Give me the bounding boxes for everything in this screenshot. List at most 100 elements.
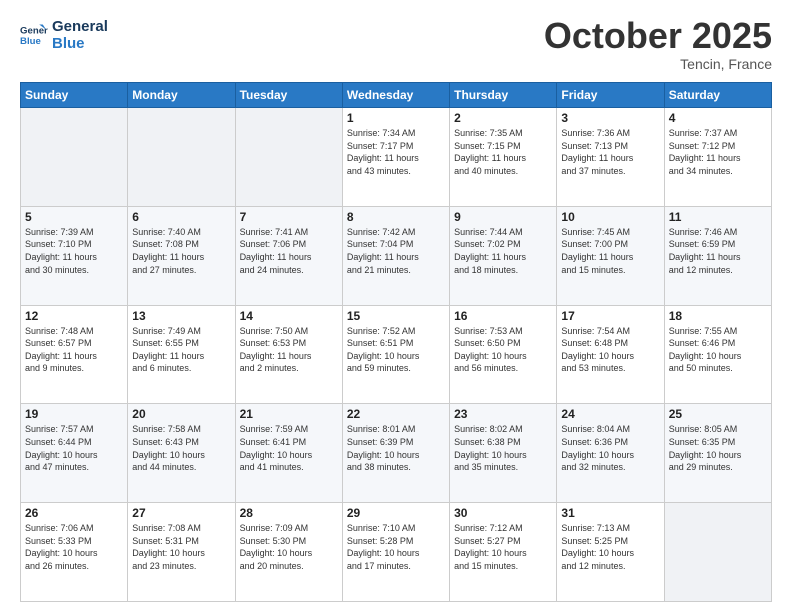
header-wednesday: Wednesday: [342, 83, 449, 108]
day-number: 15: [347, 309, 445, 323]
day-number: 11: [669, 210, 767, 224]
day-info: Sunrise: 7:45 AM Sunset: 7:00 PM Dayligh…: [561, 226, 659, 276]
table-cell: 22 Sunrise: 8:01 AM Sunset: 6:39 PM Dayli…: [342, 404, 449, 503]
header-monday: Monday: [128, 83, 235, 108]
table-cell: 19 Sunrise: 7:57 AM Sunset: 6:44 PM Dayli…: [21, 404, 128, 503]
location: Tencin, France: [544, 56, 772, 72]
day-number: 28: [240, 506, 338, 520]
day-number: 24: [561, 407, 659, 421]
table-cell: 4 Sunrise: 7:37 AM Sunset: 7:12 PM Daylig…: [664, 108, 771, 207]
table-cell: 1Sunrise: 7:34 AM Sunset: 7:17 PM Daylig…: [342, 108, 449, 207]
table-cell: 21 Sunrise: 7:59 AM Sunset: 6:41 PM Dayli…: [235, 404, 342, 503]
day-info: Sunrise: 7:57 AM Sunset: 6:44 PM Dayligh…: [25, 423, 123, 473]
table-cell: 8 Sunrise: 7:42 AM Sunset: 7:04 PM Daylig…: [342, 206, 449, 305]
table-cell: 10 Sunrise: 7:45 AM Sunset: 7:00 PM Dayli…: [557, 206, 664, 305]
day-info: Sunrise: 7:37 AM Sunset: 7:12 PM Dayligh…: [669, 127, 767, 177]
day-number: 26: [25, 506, 123, 520]
day-info: Sunrise: 7:41 AM Sunset: 7:06 PM Dayligh…: [240, 226, 338, 276]
day-number: 6: [132, 210, 230, 224]
table-cell: 29 Sunrise: 7:10 AM Sunset: 5:28 PM Dayli…: [342, 503, 449, 602]
day-info: Sunrise: 7:48 AM Sunset: 6:57 PM Dayligh…: [25, 325, 123, 375]
header-saturday: Saturday: [664, 83, 771, 108]
day-info: Sunrise: 7:53 AM Sunset: 6:50 PM Dayligh…: [454, 325, 552, 375]
day-number: 4: [669, 111, 767, 125]
header-friday: Friday: [557, 83, 664, 108]
calendar-table: Sunday Monday Tuesday Wednesday Thursday…: [20, 82, 772, 602]
day-number: 16: [454, 309, 552, 323]
table-cell: 24 Sunrise: 8:04 AM Sunset: 6:36 PM Dayli…: [557, 404, 664, 503]
day-number: 3: [561, 111, 659, 125]
day-info: Sunrise: 7:58 AM Sunset: 6:43 PM Dayligh…: [132, 423, 230, 473]
day-info: Sunrise: 7:44 AM Sunset: 7:02 PM Dayligh…: [454, 226, 552, 276]
logo-general: General: [52, 18, 108, 35]
logo: General Blue General Blue: [20, 18, 108, 53]
day-number: 9: [454, 210, 552, 224]
month-title: October 2025: [544, 18, 772, 54]
table-cell: [235, 108, 342, 207]
table-cell: 3 Sunrise: 7:36 AM Sunset: 7:13 PM Daylig…: [557, 108, 664, 207]
table-cell: 23Sunrise: 8:02 AM Sunset: 6:38 PM Dayli…: [450, 404, 557, 503]
day-info: Sunrise: 8:04 AM Sunset: 6:36 PM Dayligh…: [561, 423, 659, 473]
day-info: Sunrise: 7:12 AM Sunset: 5:27 PM Dayligh…: [454, 522, 552, 572]
week-row-1: 5Sunrise: 7:39 AM Sunset: 7:10 PM Daylig…: [21, 206, 772, 305]
week-row-4: 26Sunrise: 7:06 AM Sunset: 5:33 PM Dayli…: [21, 503, 772, 602]
weekday-header-row: Sunday Monday Tuesday Wednesday Thursday…: [21, 83, 772, 108]
day-number: 22: [347, 407, 445, 421]
table-cell: 14Sunrise: 7:50 AM Sunset: 6:53 PM Dayli…: [235, 305, 342, 404]
header: General Blue General Blue October 2025 T…: [20, 18, 772, 72]
day-info: Sunrise: 7:52 AM Sunset: 6:51 PM Dayligh…: [347, 325, 445, 375]
day-info: Sunrise: 7:54 AM Sunset: 6:48 PM Dayligh…: [561, 325, 659, 375]
page: General Blue General Blue October 2025 T…: [0, 0, 792, 612]
title-block: October 2025 Tencin, France: [544, 18, 772, 72]
table-cell: 15 Sunrise: 7:52 AM Sunset: 6:51 PM Dayli…: [342, 305, 449, 404]
table-cell: 16 Sunrise: 7:53 AM Sunset: 6:50 PM Dayli…: [450, 305, 557, 404]
day-info: Sunrise: 7:13 AM Sunset: 5:25 PM Dayligh…: [561, 522, 659, 572]
day-info: Sunrise: 7:36 AM Sunset: 7:13 PM Dayligh…: [561, 127, 659, 177]
table-cell: 30 Sunrise: 7:12 AM Sunset: 5:27 PM Dayli…: [450, 503, 557, 602]
day-info: Sunrise: 7:59 AM Sunset: 6:41 PM Dayligh…: [240, 423, 338, 473]
day-info: Sunrise: 7:49 AM Sunset: 6:55 PM Dayligh…: [132, 325, 230, 375]
day-info: Sunrise: 7:34 AM Sunset: 7:17 PM Dayligh…: [347, 127, 445, 177]
day-info: Sunrise: 7:42 AM Sunset: 7:04 PM Dayligh…: [347, 226, 445, 276]
header-sunday: Sunday: [21, 83, 128, 108]
day-number: 18: [669, 309, 767, 323]
day-number: 12: [25, 309, 123, 323]
day-info: Sunrise: 7:10 AM Sunset: 5:28 PM Dayligh…: [347, 522, 445, 572]
table-cell: 13Sunrise: 7:49 AM Sunset: 6:55 PM Dayli…: [128, 305, 235, 404]
table-cell: [128, 108, 235, 207]
day-number: 20: [132, 407, 230, 421]
day-number: 17: [561, 309, 659, 323]
week-row-0: 1Sunrise: 7:34 AM Sunset: 7:17 PM Daylig…: [21, 108, 772, 207]
table-cell: 17 Sunrise: 7:54 AM Sunset: 6:48 PM Dayli…: [557, 305, 664, 404]
day-info: Sunrise: 8:02 AM Sunset: 6:38 PM Dayligh…: [454, 423, 552, 473]
day-number: 10: [561, 210, 659, 224]
table-cell: 25Sunrise: 8:05 AM Sunset: 6:35 PM Dayli…: [664, 404, 771, 503]
day-info: Sunrise: 7:55 AM Sunset: 6:46 PM Dayligh…: [669, 325, 767, 375]
day-number: 31: [561, 506, 659, 520]
day-number: 7: [240, 210, 338, 224]
svg-text:Blue: Blue: [20, 36, 41, 47]
week-row-3: 19 Sunrise: 7:57 AM Sunset: 6:44 PM Dayli…: [21, 404, 772, 503]
header-thursday: Thursday: [450, 83, 557, 108]
day-number: 30: [454, 506, 552, 520]
header-tuesday: Tuesday: [235, 83, 342, 108]
day-info: Sunrise: 8:01 AM Sunset: 6:39 PM Dayligh…: [347, 423, 445, 473]
day-info: Sunrise: 7:09 AM Sunset: 5:30 PM Dayligh…: [240, 522, 338, 572]
day-info: Sunrise: 7:39 AM Sunset: 7:10 PM Dayligh…: [25, 226, 123, 276]
logo-blue: Blue: [52, 35, 108, 52]
table-cell: 11Sunrise: 7:46 AM Sunset: 6:59 PM Dayli…: [664, 206, 771, 305]
table-cell: 9 Sunrise: 7:44 AM Sunset: 7:02 PM Daylig…: [450, 206, 557, 305]
day-number: 8: [347, 210, 445, 224]
day-info: Sunrise: 7:50 AM Sunset: 6:53 PM Dayligh…: [240, 325, 338, 375]
table-cell: 6 Sunrise: 7:40 AM Sunset: 7:08 PM Daylig…: [128, 206, 235, 305]
day-number: 29: [347, 506, 445, 520]
day-number: 21: [240, 407, 338, 421]
day-info: Sunrise: 7:40 AM Sunset: 7:08 PM Dayligh…: [132, 226, 230, 276]
week-row-2: 12 Sunrise: 7:48 AM Sunset: 6:57 PM Dayli…: [21, 305, 772, 404]
day-number: 19: [25, 407, 123, 421]
day-info: Sunrise: 7:35 AM Sunset: 7:15 PM Dayligh…: [454, 127, 552, 177]
day-number: 2: [454, 111, 552, 125]
table-cell: 28 Sunrise: 7:09 AM Sunset: 5:30 PM Dayli…: [235, 503, 342, 602]
table-cell: 7 Sunrise: 7:41 AM Sunset: 7:06 PM Daylig…: [235, 206, 342, 305]
table-cell: 2 Sunrise: 7:35 AM Sunset: 7:15 PM Daylig…: [450, 108, 557, 207]
